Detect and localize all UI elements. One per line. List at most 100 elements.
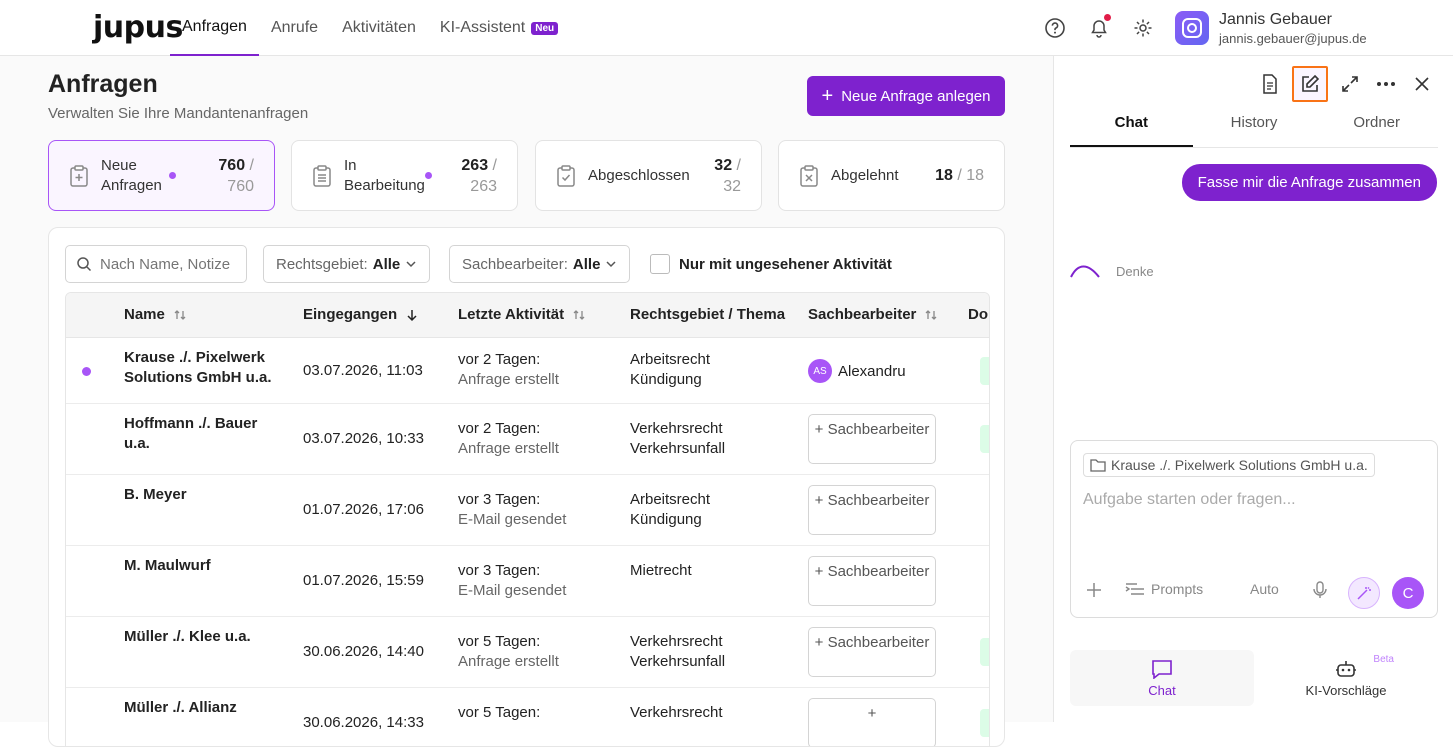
table-row[interactable]: Müller ./. Allianz 30.06.2026, 14:33 vor… — [66, 688, 989, 746]
rechtsgebiet-filter[interactable]: Rechtsgebiet: Alle — [263, 245, 431, 283]
stat-count: 760 / 760 — [190, 155, 254, 197]
document-icon[interactable] — [1258, 72, 1282, 96]
nav-item-ki-assistent[interactable]: KI-Assistent Neu — [428, 0, 570, 56]
stat-count-value: 18 — [935, 167, 953, 184]
column-header-sachbearbeiter[interactable]: Sachbearbeiter — [808, 306, 938, 323]
add-assignee-button[interactable]: + Sachbearbeiter — [808, 414, 936, 464]
row-activity-what: E-Mail gesendet — [458, 582, 567, 599]
nav-item-anrufe[interactable]: Anrufe — [259, 0, 330, 56]
column-header-rechtsgebiet[interactable]: Rechtsgebiet / Thema — [630, 306, 785, 323]
row-activity-when: vor 5 Tagen: — [458, 633, 541, 650]
table-row[interactable]: Müller ./. Klee u.a. 30.06.2026, 14:40 v… — [66, 617, 989, 688]
prompts-button[interactable]: Prompts — [1125, 581, 1203, 597]
unread-dot — [168, 172, 176, 179]
sort-desc-icon — [407, 309, 417, 321]
column-label: Dol — [968, 306, 990, 323]
stat-card-neue-anfragen[interactable]: Neue Anfragen 760 / 760 — [48, 140, 275, 211]
column-header-dol[interactable]: Dol — [968, 306, 990, 323]
column-label: Eingegangen — [303, 306, 398, 323]
clipboard-plus-icon — [70, 164, 88, 187]
table-row[interactable]: B. Meyer 01.07.2026, 17:06 vor 3 Tagen: … — [66, 475, 989, 546]
send-button[interactable]: C — [1392, 577, 1424, 609]
expand-icon[interactable] — [1338, 72, 1362, 96]
stat-card-in-bearbeitung[interactable]: In Bearbeitung 263 / 263 — [291, 140, 518, 211]
row-area: Verkehrsrecht — [630, 420, 723, 437]
unseen-activity-toggle[interactable]: Nur mit ungesehener Aktivität — [650, 254, 892, 274]
add-assignee-button[interactable]: + — [808, 698, 936, 746]
row-received: 01.07.2026, 17:06 — [303, 501, 424, 518]
row-activity-when: vor 2 Tagen: — [458, 420, 541, 437]
column-header-name[interactable]: Name — [124, 306, 187, 323]
help-icon[interactable] — [1043, 16, 1067, 40]
row-name[interactable]: Müller ./. Allianz — [124, 698, 274, 718]
send-letter: C — [1402, 584, 1414, 602]
tab-chat[interactable]: Chat — [1070, 108, 1193, 147]
stat-card-abgeschlossen[interactable]: Abgeschlossen 32 / 32 — [535, 140, 762, 211]
filter-label: Rechtsgebiet: — [276, 255, 368, 273]
magic-wand-icon[interactable] — [1348, 577, 1380, 609]
chat-composer[interactable]: Krause ./. Pixelwerk Solutions GmbH u.a.… — [1070, 440, 1438, 618]
nav-label: Anrufe — [270, 19, 319, 36]
assistant-panel: Chat History Ordner Fasse mir die Anfrag… — [1053, 56, 1453, 722]
nav-item-aktivitaeten[interactable]: Aktivitäten — [330, 0, 428, 56]
table-row[interactable]: Krause ./. Pixelwerk Solutions GmbH u.a.… — [66, 338, 989, 404]
new-request-button[interactable]: + Neue Anfrage anlegen — [807, 76, 1005, 116]
add-assignee-button[interactable]: + Sachbearbeiter — [808, 485, 936, 535]
mode-selector[interactable]: Auto — [1250, 581, 1279, 597]
row-name[interactable]: Müller ./. Klee u.a. — [124, 627, 274, 647]
row-name[interactable]: M. Maulwurf — [124, 556, 274, 576]
edit-icon[interactable] — [1292, 66, 1328, 102]
tab-ordner[interactable]: Ordner — [1315, 108, 1438, 147]
column-header-eingegangen[interactable]: Eingegangen — [303, 306, 419, 323]
add-assignee-button[interactable]: + Sachbearbeiter — [808, 627, 936, 677]
column-label: Name — [124, 306, 165, 323]
search-box[interactable] — [65, 245, 247, 283]
clipboard-check-icon — [557, 164, 575, 187]
bottom-nav-chat[interactable]: Chat — [1070, 650, 1254, 706]
row-area: Arbeitsrecht — [630, 351, 711, 368]
stat-count: 263 / 263 — [446, 155, 497, 197]
table-row[interactable]: Hoffmann ./. Bauer u.a. 03.07.2026, 10:3… — [66, 404, 989, 475]
gear-icon[interactable] — [1131, 16, 1155, 40]
column-label: Sachbearbeiter — [808, 306, 917, 323]
avatar: AS — [808, 359, 832, 383]
notification-dot — [1104, 14, 1111, 21]
bottom-nav-ki-vorschlaege[interactable]: Beta KI-Vorschläge — [1254, 650, 1438, 706]
row-activity-when: vor 3 Tagen: — [458, 491, 541, 508]
more-icon[interactable] — [1374, 72, 1398, 96]
user-name[interactable]: Jannis Gebauer — [1219, 11, 1332, 29]
clipboard-list-icon — [313, 164, 331, 187]
bell-icon[interactable] — [1087, 14, 1111, 40]
row-area: Verkehrsrecht — [630, 633, 723, 650]
context-chip[interactable]: Krause ./. Pixelwerk Solutions GmbH u.a. — [1083, 453, 1375, 477]
add-icon[interactable] — [1085, 581, 1103, 599]
column-label: Rechtsgebiet / Thema — [630, 306, 786, 323]
nav-item-anfragen[interactable]: Anfragen — [170, 0, 259, 56]
robot-icon — [1336, 660, 1356, 677]
main-nav: Anfragen Anrufe Aktivitäten KI-Assistent… — [170, 0, 570, 56]
chat-input[interactable]: Aufgabe starten oder fragen... — [1083, 491, 1296, 509]
row-assignee[interactable]: AS Alexandru — [808, 359, 906, 383]
add-assignee-button[interactable]: + Sachbearbeiter — [808, 556, 936, 606]
row-name[interactable]: B. Meyer — [124, 485, 274, 505]
column-header-letzte-aktivitaet[interactable]: Letzte Aktivität — [458, 306, 586, 323]
microphone-icon[interactable] — [1313, 581, 1327, 599]
assignee-name: Alexandru — [838, 362, 906, 380]
stat-card-abgelehnt[interactable]: Abgelehnt 18 / 18 — [778, 140, 1005, 211]
sachbearbeiter-filter[interactable]: Sachbearbeiter: Alle — [449, 245, 631, 283]
row-area: Arbeitsrecht — [630, 491, 711, 508]
thinking-indicator: Denke — [1070, 264, 1154, 279]
org-logo-icon[interactable] — [1175, 11, 1209, 45]
close-icon[interactable] — [1410, 72, 1434, 96]
unread-dot — [424, 172, 432, 179]
stat-label: Abgeschlossen — [588, 166, 690, 184]
sort-icon — [925, 309, 937, 320]
unread-indicator — [82, 367, 91, 376]
prompts-icon — [1125, 583, 1144, 595]
tab-history[interactable]: History — [1193, 108, 1316, 147]
table-row[interactable]: M. Maulwurf 01.07.2026, 15:59 vor 3 Tage… — [66, 546, 989, 617]
search-input[interactable] — [100, 255, 230, 273]
row-name[interactable]: Hoffmann ./. Bauer u.a. — [124, 414, 264, 454]
row-name[interactable]: Krause ./. Pixelwerk Solutions GmbH u.a. — [124, 348, 284, 388]
unseen-activity-checkbox[interactable] — [650, 254, 670, 274]
